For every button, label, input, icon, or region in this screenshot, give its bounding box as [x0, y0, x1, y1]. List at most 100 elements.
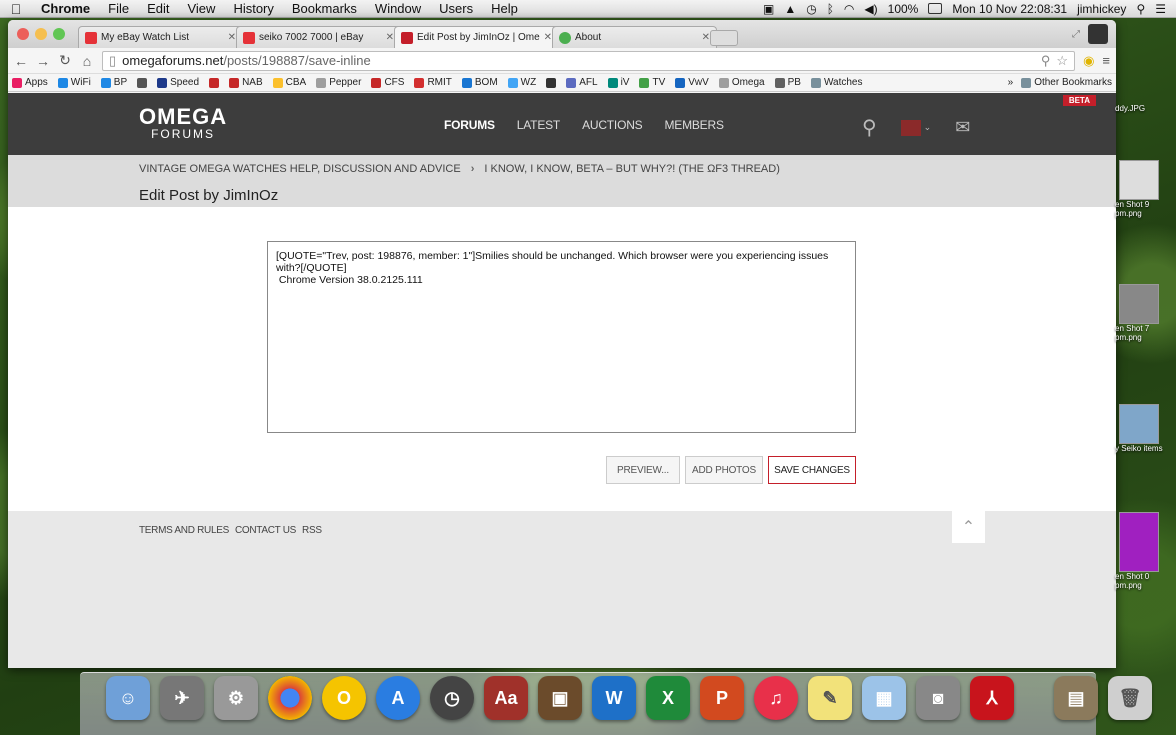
menu-file[interactable]: File	[99, 1, 138, 16]
apple-icon[interactable]: 	[0, 1, 32, 17]
desktop-file[interactable]: en Shot 7 pm.png	[1115, 284, 1176, 342]
dictionary-icon[interactable]: Aa	[484, 676, 528, 720]
launchpad-icon[interactable]: ✈	[160, 676, 204, 720]
stickies-icon[interactable]: ✎	[808, 676, 852, 720]
bookmark-item[interactable]: AFL	[566, 77, 598, 88]
home-icon[interactable]: ⌂	[80, 53, 94, 69]
eject-icon[interactable]: ▲	[784, 2, 796, 16]
image-capture-icon[interactable]: ◙	[916, 676, 960, 720]
menu-app[interactable]: Chrome	[32, 1, 99, 16]
bookmark-item[interactable]	[137, 77, 148, 88]
bookmark-item[interactable]: iV	[607, 77, 629, 88]
app-store-icon[interactable]: A	[376, 676, 420, 720]
battery-icon[interactable]	[928, 3, 943, 14]
address-bar[interactable]: ▯ omegaforums.net/posts/198887/save-inli…	[102, 50, 1076, 71]
reload-icon[interactable]: ↻	[58, 52, 72, 69]
desktop-file[interactable]: ddy.JPG	[1115, 104, 1176, 113]
desktop-file[interactable]: en Shot 9 pm.png	[1115, 160, 1176, 218]
post-editor-textarea[interactable]: [QUOTE="Trev, post: 198876, member: 1"]S…	[267, 241, 856, 433]
nav-forums[interactable]: FORUMS	[444, 118, 495, 132]
wifi-icon[interactable]: ◠	[844, 2, 854, 16]
menu-help[interactable]: Help	[482, 1, 527, 16]
nav-latest[interactable]: LATEST	[517, 118, 560, 132]
tab-about[interactable]: About ✕	[552, 26, 717, 48]
close-tab-icon[interactable]: ✕	[702, 32, 710, 43]
bookmark-item[interactable]: RMIT	[414, 77, 452, 88]
bookmark-item[interactable]: NAB	[229, 77, 263, 88]
bookmark-item[interactable]: PB	[774, 77, 801, 88]
fullscreen-icon[interactable]: ⤢	[1072, 29, 1080, 40]
menu-bookmarks[interactable]: Bookmarks	[283, 1, 366, 16]
bookmark-item[interactable]: CFS	[371, 77, 404, 88]
volume-icon[interactable]: ◀)	[864, 2, 877, 16]
menu-history[interactable]: History	[224, 1, 282, 16]
close-tab-icon[interactable]: ✕	[544, 32, 552, 43]
system-preferences-icon[interactable]: ⚙	[214, 676, 258, 720]
user-name[interactable]: jimhickey	[1077, 2, 1126, 16]
envelope-icon[interactable]: ✉	[955, 117, 970, 138]
chrome-icon[interactable]	[268, 676, 312, 720]
bookmark-item[interactable]: Apps	[12, 77, 48, 88]
iphoto-icon[interactable]: ▣	[538, 676, 582, 720]
site-logo[interactable]: OMEGA FORUMS	[139, 106, 227, 142]
close-tab-icon[interactable]: ✕	[228, 32, 236, 43]
new-tab-button[interactable]	[710, 30, 738, 46]
preview-button[interactable]: PREVIEW...	[606, 456, 680, 484]
word-icon[interactable]: W	[592, 676, 636, 720]
tab-seiko-ebay[interactable]: seiko 7002 7000 | eBay ✕	[236, 26, 401, 48]
finder-icon[interactable]: ☺	[106, 676, 150, 720]
other-bookmarks[interactable]: Other Bookmarks	[1021, 77, 1112, 88]
search-icon[interactable]: ⚲	[1041, 53, 1051, 69]
nav-auctions[interactable]: AUCTIONS	[582, 118, 643, 132]
bookmark-star-icon[interactable]: ☆	[1056, 53, 1068, 69]
nav-members[interactable]: MEMBERS	[664, 118, 723, 132]
extension-icon[interactable]: ◉	[1083, 53, 1094, 69]
profile-avatar[interactable]	[1088, 24, 1108, 44]
zoom-window-button[interactable]	[53, 28, 65, 40]
spotlight-icon[interactable]: ⚲	[1136, 2, 1145, 16]
desktop-file[interactable]: en Shot 0 pm.png	[1115, 512, 1176, 590]
time-machine-icon[interactable]: ◷	[806, 2, 816, 16]
close-window-button[interactable]	[17, 28, 29, 40]
powerpoint-icon[interactable]: P	[700, 676, 744, 720]
acrobat-icon[interactable]: ⅄	[970, 676, 1014, 720]
bookmark-item[interactable]: CBA	[272, 77, 306, 88]
back-icon[interactable]: ←	[14, 53, 28, 69]
notification-icon[interactable]: ☰	[1155, 2, 1166, 16]
menu-users[interactable]: Users	[430, 1, 482, 16]
clock[interactable]: Mon 10 Nov 22:08:31	[952, 2, 1067, 16]
close-tab-icon[interactable]: ✕	[386, 32, 394, 43]
excel-icon[interactable]: X	[646, 676, 690, 720]
menu-window[interactable]: Window	[366, 1, 430, 16]
menu-view[interactable]: View	[178, 1, 224, 16]
add-photos-button[interactable]: ADD PHOTOS	[685, 456, 763, 484]
footer-rss-link[interactable]: RSS	[302, 525, 322, 536]
forward-icon[interactable]: →	[36, 53, 50, 69]
bookmark-item[interactable]: VwV	[675, 77, 709, 88]
bookmark-item[interactable]	[209, 77, 220, 88]
opera-icon[interactable]: O	[322, 676, 366, 720]
bookmark-item[interactable]: Omega	[718, 77, 765, 88]
bookmark-item[interactable]: Speed	[157, 77, 199, 88]
bookmark-item[interactable]: BP	[100, 77, 127, 88]
trash-icon[interactable]: 🗑	[1108, 676, 1152, 720]
footer-contact-link[interactable]: CONTACT US	[235, 525, 296, 536]
documents-stack-icon[interactable]: ▤	[1054, 676, 1098, 720]
tab-edit-post[interactable]: Edit Post by JimInOz | Ome ✕	[394, 26, 559, 48]
itunes-icon[interactable]: ♫	[754, 676, 798, 720]
desktop-folder[interactable]: y Seiko items	[1115, 404, 1176, 453]
bookmark-item[interactable]	[546, 77, 557, 88]
display-icon[interactable]: ▣	[763, 2, 774, 16]
bookmark-item[interactable]: WZ	[507, 77, 536, 88]
footer-terms-link[interactable]: TERMS AND RULES	[139, 525, 229, 536]
search-icon[interactable]: ⚲	[862, 115, 877, 140]
preview-icon[interactable]: ▦	[862, 676, 906, 720]
scroll-to-top-icon[interactable]: ⌃	[952, 511, 985, 543]
dashboard-icon[interactable]: ◷	[430, 676, 474, 720]
bookmark-item[interactable]: Watches	[810, 77, 862, 88]
more-bookmarks-icon[interactable]: »	[1008, 77, 1014, 88]
bookmark-item[interactable]: WiFi	[57, 77, 91, 88]
tab-ebay-watch-list[interactable]: My eBay Watch List ✕	[78, 26, 243, 48]
menu-edit[interactable]: Edit	[138, 1, 178, 16]
breadcrumb-thread[interactable]: I KNOW, I KNOW, BETA – BUT WHY?! (THE ΩF…	[484, 163, 780, 175]
